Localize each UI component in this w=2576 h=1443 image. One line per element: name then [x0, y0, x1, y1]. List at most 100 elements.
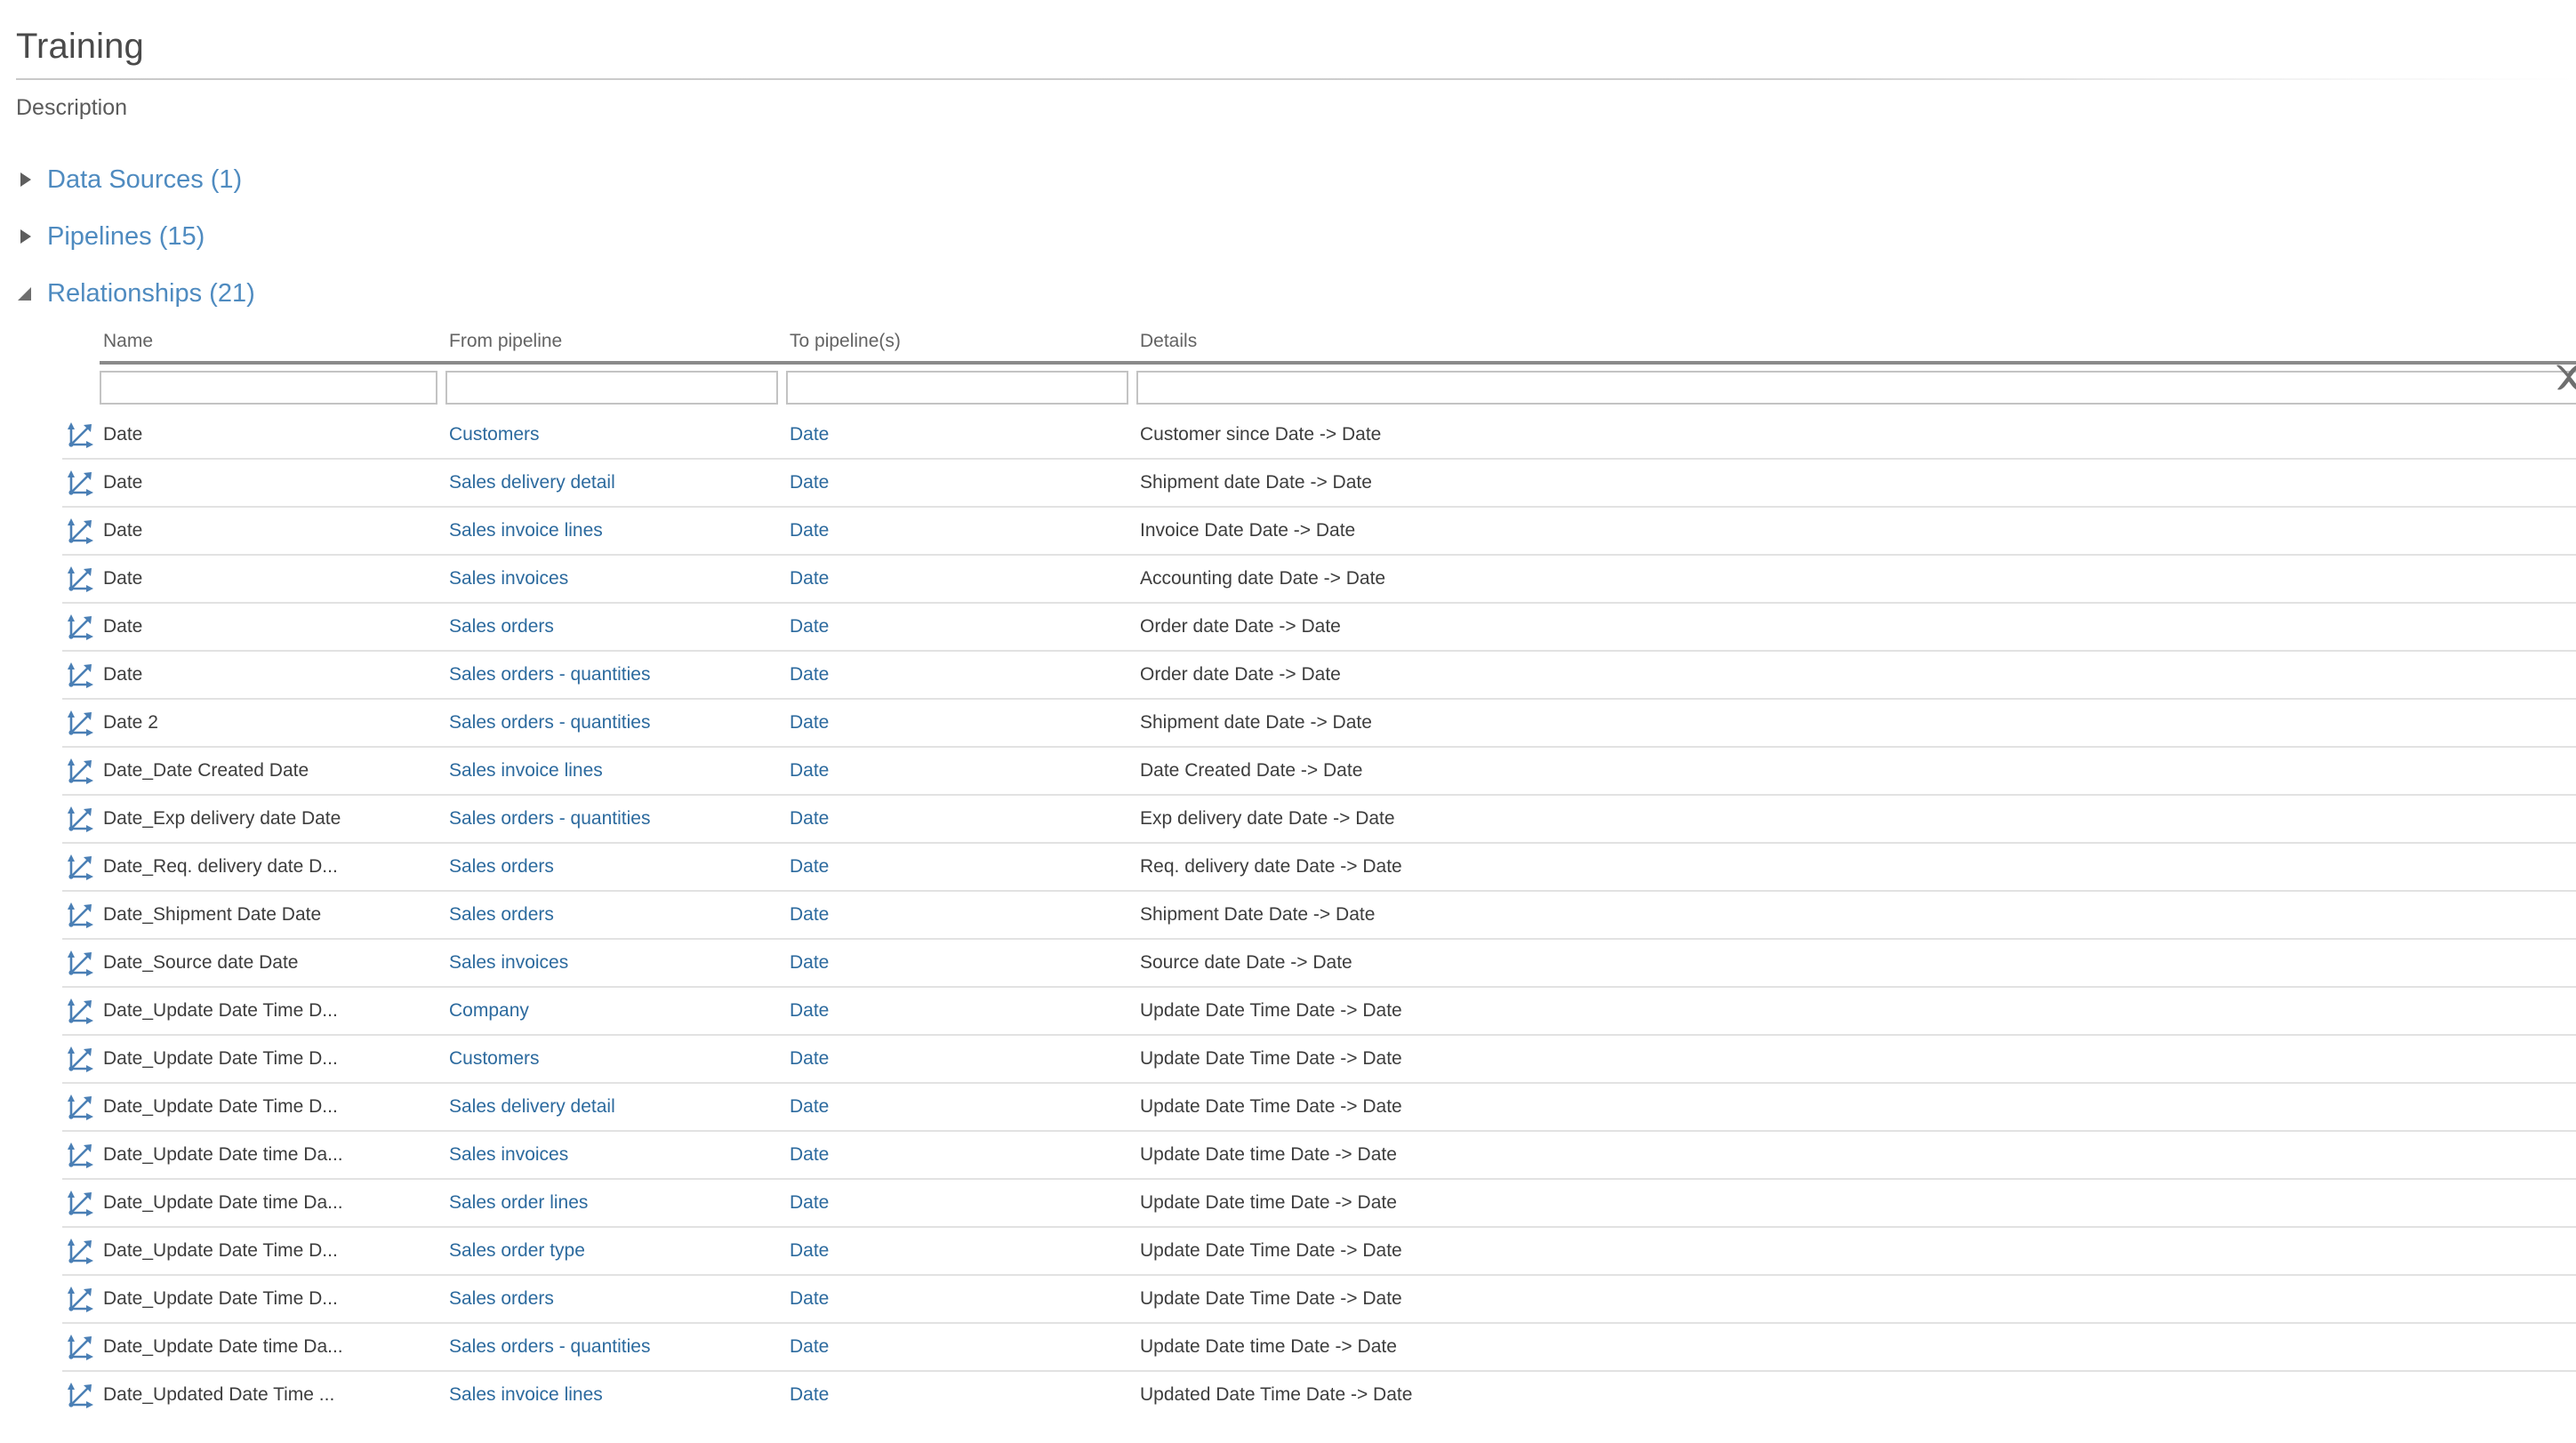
table-row[interactable]: Date_Update Date Time D... Sales deliver… [62, 1082, 2576, 1131]
table-row[interactable]: Date Sales delivery detail Date Shipment… [62, 458, 2576, 507]
table-row[interactable]: Date Customers Date Customer since Date … [62, 412, 2576, 459]
clear-filter-button[interactable] [2548, 356, 2576, 398]
column-header-details[interactable]: Details [1136, 322, 2576, 365]
from-pipeline-link[interactable]: Sales invoices [445, 568, 786, 589]
section-title-relationships[interactable]: Relationships (21) [47, 280, 255, 307]
filter-input-from-pipeline[interactable] [447, 373, 776, 403]
table-row[interactable]: Date 2 Sales orders - quantities Date Sh… [62, 698, 2576, 747]
from-pipeline-link[interactable]: Sales orders [445, 1288, 786, 1310]
to-pipeline-link[interactable]: Date [786, 856, 1136, 878]
to-pipeline-link[interactable]: Date [786, 616, 1136, 637]
to-pipeline-link[interactable]: Date [786, 904, 1136, 926]
table-header-row: Name From pipeline To pipeline(s) Detail… [62, 322, 2576, 365]
relationship-details: Update Date Time Date -> Date [1140, 1240, 1402, 1261]
row-cell-to-pipelines: Date [786, 1322, 1136, 1371]
row-cell-icon [62, 1226, 100, 1275]
to-pipeline-link[interactable]: Date [786, 1336, 1136, 1358]
table-row[interactable]: Date_Req. delivery date D... Sales order… [62, 842, 2576, 891]
chevron-down-icon[interactable] [16, 284, 36, 303]
to-pipeline-link[interactable]: Date [786, 568, 1136, 589]
table-row[interactable]: Date Sales orders - quantities Date Orde… [62, 650, 2576, 699]
from-pipeline-link[interactable]: Company [445, 1000, 786, 1022]
section-header-data-sources[interactable]: Data Sources (1) [16, 160, 2576, 199]
table-row[interactable]: Date_Updated Date Time ... Sales invoice… [62, 1370, 2576, 1418]
table-row[interactable]: Date_Exp delivery date Date Sales orders… [62, 794, 2576, 843]
from-pipeline-link[interactable]: Sales invoice lines [445, 1384, 786, 1406]
table-row[interactable]: Date_Update Date time Da... Sales invoic… [62, 1130, 2576, 1179]
from-pipeline-link[interactable]: Sales orders [445, 856, 786, 878]
close-icon[interactable] [2548, 356, 2576, 398]
table-row[interactable]: Date_Update Date Time D... Sales orders … [62, 1274, 2576, 1323]
section-header-pipelines[interactable]: Pipelines (15) [16, 217, 2576, 256]
to-pipeline-link[interactable]: Date [786, 1048, 1136, 1070]
chevron-right-icon[interactable] [16, 170, 36, 189]
relationship-name: Date_Update Date Time D... [103, 1096, 338, 1117]
from-pipeline-link[interactable]: Sales invoices [445, 952, 786, 974]
row-cell-icon [62, 1130, 100, 1179]
table-row[interactable]: Date_Update Date Time D... Sales order t… [62, 1226, 2576, 1275]
column-header-to-pipelines[interactable]: To pipeline(s) [786, 322, 1136, 365]
table-row[interactable]: Date_Date Created Date Sales invoice lin… [62, 746, 2576, 795]
table-row[interactable]: Date_Update Date time Da... Sales order … [62, 1178, 2576, 1227]
row-cell-icon [62, 890, 100, 939]
from-pipeline-link[interactable]: Sales orders - quantities [445, 1336, 786, 1358]
table-row[interactable]: Date_Update Date time Da... Sales orders… [62, 1322, 2576, 1371]
to-pipeline-link[interactable]: Date [786, 712, 1136, 734]
table-row[interactable]: Date_Shipment Date Date Sales orders Dat… [62, 890, 2576, 939]
filter-box-to-pipelines[interactable] [786, 371, 1128, 405]
row-cell-to-pipelines: Date [786, 842, 1136, 891]
to-pipeline-link[interactable]: Date [786, 1144, 1136, 1166]
from-pipeline-link[interactable]: Sales orders - quantities [445, 664, 786, 685]
table-row[interactable]: Date Sales invoice lines Date Invoice Da… [62, 506, 2576, 555]
filter-input-name[interactable] [101, 373, 436, 403]
table-row[interactable]: Date Sales invoices Date Accounting date… [62, 554, 2576, 603]
table-row[interactable]: Date_Update Date Time D... Customers Dat… [62, 1034, 2576, 1083]
filter-box-name[interactable] [100, 371, 437, 405]
filter-input-details[interactable] [1138, 373, 2576, 403]
chevron-right-icon[interactable] [16, 227, 36, 246]
to-pipeline-link[interactable]: Date [786, 472, 1136, 493]
filter-input-to-pipelines[interactable] [788, 373, 1127, 403]
to-pipeline-link[interactable]: Date [786, 808, 1136, 830]
table-row[interactable]: Date_Source date Date Sales invoices Dat… [62, 938, 2576, 987]
from-pipeline-link[interactable]: Sales orders [445, 616, 786, 637]
to-pipeline-link[interactable]: Date [786, 1096, 1136, 1118]
to-pipeline-link[interactable]: Date [786, 1288, 1136, 1310]
from-pipeline-link[interactable]: Sales order type [445, 1240, 786, 1262]
to-pipeline-link[interactable]: Date [786, 760, 1136, 782]
to-pipeline-link[interactable]: Date [786, 1000, 1136, 1022]
to-pipeline-link[interactable]: Date [786, 424, 1136, 445]
row-cell-name: Date_Update Date Time D... [100, 986, 445, 1035]
to-pipeline-link[interactable]: Date [786, 520, 1136, 541]
to-pipeline-link[interactable]: Date [786, 1192, 1136, 1214]
relationship-details: Update Date Time Date -> Date [1140, 1096, 1402, 1117]
from-pipeline-link[interactable]: Sales orders [445, 904, 786, 926]
relationship-axes-icon [68, 470, 93, 496]
column-header-name[interactable]: Name [100, 322, 445, 365]
from-pipeline-link[interactable]: Sales delivery detail [445, 1096, 786, 1118]
row-cell-to-pipelines: Date [786, 1274, 1136, 1323]
section-title-pipelines[interactable]: Pipelines (15) [47, 223, 205, 250]
filter-box-from-pipeline[interactable] [445, 371, 778, 405]
from-pipeline-link[interactable]: Sales orders - quantities [445, 808, 786, 830]
from-pipeline-link[interactable]: Sales orders - quantities [445, 712, 786, 734]
from-pipeline-link[interactable]: Customers [445, 1048, 786, 1070]
to-pipeline-link[interactable]: Date [786, 952, 1136, 974]
filter-box-details[interactable] [1136, 371, 2576, 405]
column-header-from-pipeline[interactable]: From pipeline [445, 322, 786, 365]
from-pipeline-link[interactable]: Sales invoices [445, 1144, 786, 1166]
to-pipeline-link[interactable]: Date [786, 1240, 1136, 1262]
from-pipeline-link[interactable]: Sales invoice lines [445, 760, 786, 782]
section-title-data-sources[interactable]: Data Sources (1) [47, 166, 242, 193]
row-cell-details: Order date Date -> Date [1136, 602, 2576, 651]
from-pipeline-link[interactable]: Sales delivery detail [445, 472, 786, 493]
from-pipeline-link[interactable]: Customers [445, 424, 786, 445]
row-cell-icon [62, 1370, 100, 1418]
from-pipeline-link[interactable]: Sales invoice lines [445, 520, 786, 541]
to-pipeline-link[interactable]: Date [786, 664, 1136, 685]
section-header-relationships[interactable]: Relationships (21) [16, 274, 2576, 313]
from-pipeline-link[interactable]: Sales order lines [445, 1192, 786, 1214]
table-row[interactable]: Date Sales orders Date Order date Date -… [62, 602, 2576, 651]
table-row[interactable]: Date_Update Date Time D... Company Date … [62, 986, 2576, 1035]
to-pipeline-link[interactable]: Date [786, 1384, 1136, 1406]
